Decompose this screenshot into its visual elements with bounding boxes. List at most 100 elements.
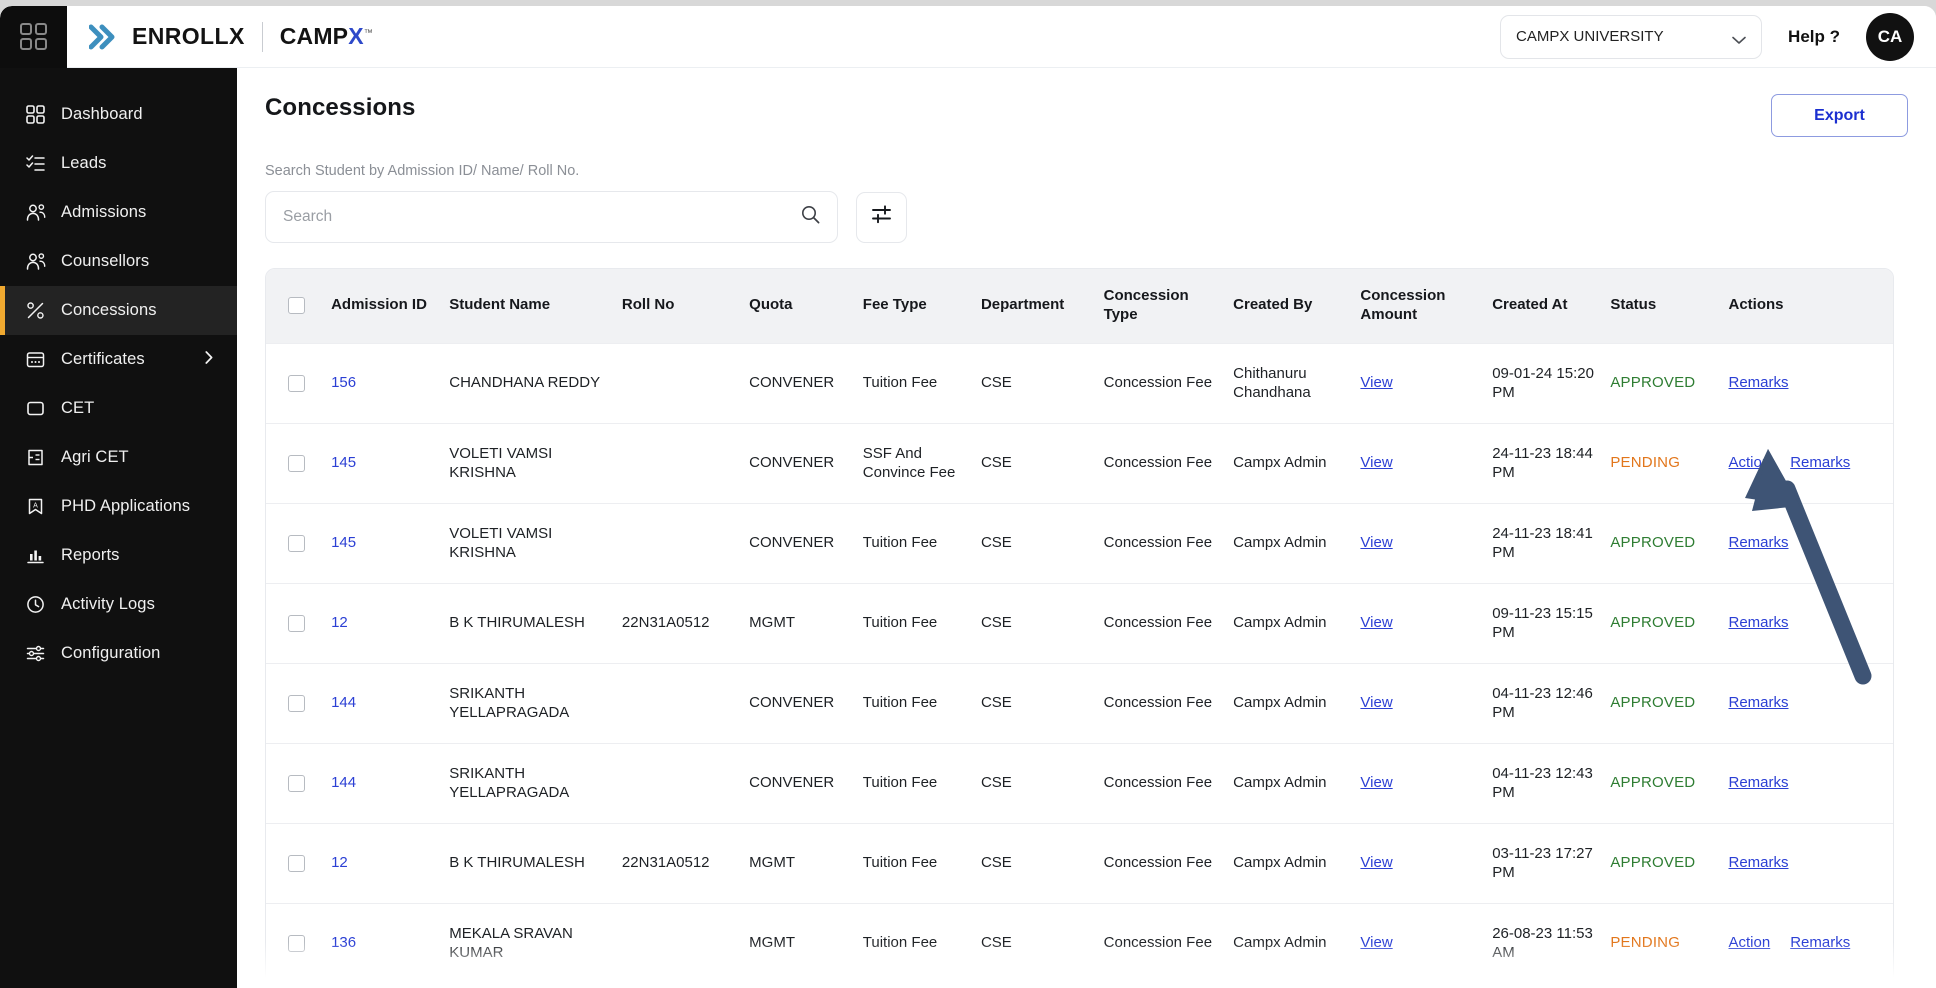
admission-id-link[interactable]: 12: [331, 614, 348, 631]
column-header-created-by[interactable]: Created By: [1227, 269, 1355, 343]
avatar[interactable]: CA: [1866, 12, 1914, 61]
admission-id-cell: 144: [325, 742, 444, 823]
column-header-department[interactable]: Department: [974, 269, 1098, 343]
action-link[interactable]: Action: [1729, 453, 1771, 473]
admission-id-link[interactable]: 156: [331, 374, 356, 391]
concession-amount-cell: View: [1354, 422, 1487, 503]
view-concession-amount-link[interactable]: View: [1360, 534, 1392, 551]
row-checkbox[interactable]: [288, 694, 305, 712]
remarks-link[interactable]: Remarks: [1729, 693, 1789, 713]
certificate-icon: [25, 349, 46, 370]
sidebar-item-certificates[interactable]: Certificates: [0, 335, 237, 384]
sidebar-item-label: CET: [61, 399, 95, 417]
column-header-actions[interactable]: Actions: [1722, 269, 1893, 343]
admission-id-link[interactable]: 12: [331, 854, 348, 871]
status-cell: APPROVED: [1604, 742, 1723, 823]
concession-amount-cell: View: [1354, 342, 1487, 423]
double-chevron-right-icon: [89, 24, 119, 50]
row-checkbox[interactable]: [288, 854, 305, 872]
admission-id-link[interactable]: 145: [331, 534, 356, 551]
actions-group: Remarks: [1729, 373, 1888, 393]
quota-cell: CONVENER: [743, 422, 857, 503]
student-name-cell: VOLETI VAMSI KRISHNA: [443, 422, 616, 503]
row-checkbox[interactable]: [288, 774, 305, 792]
table-row[interactable]: 135KARINGULA KRUTHI MGMTTuition FeeCSECon…: [266, 982, 1893, 988]
remarks-link[interactable]: Remarks: [1729, 773, 1789, 793]
admission-id-link[interactable]: 136: [331, 934, 356, 951]
people-icon: [25, 202, 46, 223]
column-header-concession-type[interactable]: Concession Type: [1097, 269, 1228, 343]
column-header-admission-id[interactable]: Admission ID: [325, 269, 444, 343]
quota-cell: MGMT: [743, 822, 857, 903]
help-link[interactable]: Help ?: [1788, 27, 1840, 47]
row-checkbox[interactable]: [288, 454, 305, 472]
admission-id-link[interactable]: 144: [331, 774, 356, 791]
department-cell: CSE: [974, 742, 1098, 823]
sidebar-item-cet[interactable]: CET: [0, 384, 237, 433]
concession-amount-cell: View: [1354, 662, 1487, 743]
row-checkbox[interactable]: [288, 614, 305, 632]
column-header-fee-type[interactable]: Fee Type: [856, 269, 975, 343]
export-button[interactable]: Export: [1771, 94, 1908, 137]
remarks-link[interactable]: Remarks: [1729, 853, 1789, 873]
admission-id-cell: 156: [325, 342, 444, 423]
sidebar-item-reports[interactable]: Reports: [0, 531, 237, 580]
admission-id-link[interactable]: 145: [331, 454, 356, 471]
column-header-quota[interactable]: Quota: [743, 269, 857, 343]
sidebar-item-counsellors[interactable]: Counsellors: [0, 237, 237, 286]
view-concession-amount-link[interactable]: View: [1360, 854, 1392, 871]
remarks-link[interactable]: Remarks: [1790, 933, 1850, 953]
view-concession-amount-link[interactable]: View: [1360, 374, 1392, 391]
column-header-roll-no[interactable]: Roll No: [615, 269, 744, 343]
admission-id-link[interactable]: 144: [331, 694, 356, 711]
row-checkbox[interactable]: [288, 374, 305, 392]
column-header-concession-amount[interactable]: Concession Amount: [1354, 269, 1487, 343]
table-row[interactable]: 144 SRIKANTH YELLAPRAGADA CONVENER Tuition …: [266, 742, 1893, 823]
table-row[interactable]: 12 B K THIRUMALESH 22N31A0512 MGMT Tuition F…: [266, 582, 1893, 663]
actions-group: Action Remarks: [1729, 933, 1888, 953]
four-square-grid-icon: [19, 22, 48, 51]
filter-button[interactable]: [856, 191, 907, 243]
organization-selector-value: CAMPX UNIVERSITY: [1516, 28, 1664, 45]
table-row[interactable]: 145 VOLETI VAMSI KRISHNA CONVENER Tuition F…: [266, 502, 1893, 583]
search-box[interactable]: [265, 191, 838, 243]
action-link[interactable]: Action: [1729, 933, 1771, 953]
table-row[interactable]: 136 MEKALA SRAVAN KUMAR MGMT Tuition Fee CSE…: [266, 902, 1893, 983]
view-concession-amount-link[interactable]: View: [1360, 694, 1392, 711]
sidebar-item-concessions[interactable]: Concessions: [0, 286, 237, 335]
table-row[interactable]: 12 B K THIRUMALESH 22N31A0512 MGMT Tuition F…: [266, 822, 1893, 903]
sidebar-item-agri-cet[interactable]: Agri CET: [0, 433, 237, 482]
search-icon[interactable]: [801, 205, 820, 229]
organization-selector[interactable]: CAMPX UNIVERSITY: [1500, 14, 1763, 59]
table-row[interactable]: 144 SRIKANTH YELLAPRAGADA CONVENER Tuition …: [266, 662, 1893, 743]
select-all-header: [266, 269, 326, 343]
sidebar-item-activity-logs[interactable]: Activity Logs: [0, 580, 237, 629]
search-input[interactable]: [283, 208, 801, 226]
square-icon: [25, 398, 46, 419]
column-header-created-at[interactable]: Created At: [1486, 269, 1605, 343]
view-concession-amount-link[interactable]: View: [1360, 454, 1392, 471]
view-concession-amount-link[interactable]: View: [1360, 934, 1392, 951]
remarks-link[interactable]: Remarks: [1729, 373, 1789, 393]
roll-no-cell: [615, 502, 744, 583]
sidebar-item-leads[interactable]: Leads: [0, 139, 237, 188]
app-logo-tile[interactable]: [0, 6, 67, 68]
column-header-student-name[interactable]: Student Name: [443, 269, 616, 343]
select-all-checkbox[interactable]: [288, 297, 305, 315]
view-concession-amount-link[interactable]: View: [1360, 614, 1392, 631]
view-concession-amount-link[interactable]: View: [1360, 774, 1392, 791]
column-header-status[interactable]: Status: [1604, 269, 1723, 343]
row-checkbox[interactable]: [288, 534, 305, 552]
sidebar-item-configuration[interactable]: Configuration: [0, 629, 237, 678]
remarks-link[interactable]: Remarks: [1790, 453, 1850, 473]
sidebar-item-admissions[interactable]: Admissions: [0, 188, 237, 237]
row-checkbox[interactable]: [288, 934, 305, 952]
table-row[interactable]: 156 CHANDHANA REDDY CONVENER Tuition Fee CSE…: [266, 342, 1893, 423]
sidebar-item-phd-applications[interactable]: A PHD Applications: [0, 482, 237, 531]
table-body: 156 CHANDHANA REDDY CONVENER Tuition Fee CSE…: [266, 342, 1893, 988]
remarks-link[interactable]: Remarks: [1729, 613, 1789, 633]
sidebar-item-label: Admissions: [61, 203, 147, 221]
table-row[interactable]: 145 VOLETI VAMSI KRISHNA CONVENER SSF And C…: [266, 422, 1893, 503]
sidebar-item-dashboard[interactable]: Dashboard: [0, 90, 237, 139]
remarks-link[interactable]: Remarks: [1729, 533, 1789, 553]
